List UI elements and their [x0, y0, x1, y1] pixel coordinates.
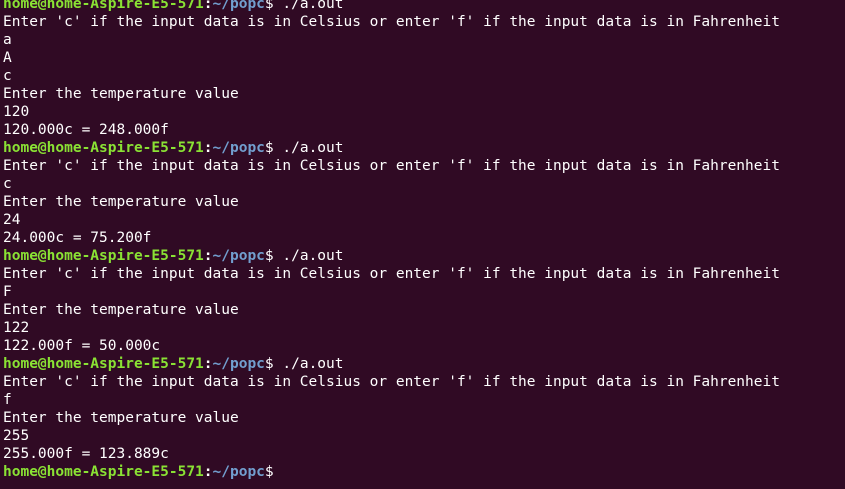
output-line: F — [3, 284, 12, 300]
output-line: 122 — [3, 320, 30, 336]
prompt-user-host: home@home-Aspire-E5-571 — [3, 0, 204, 12]
output-line: a — [3, 32, 12, 48]
command-text: ./a.out — [273, 356, 344, 372]
prompt-symbol: $ — [264, 464, 274, 480]
output-line: Enter the temperature value — [3, 194, 239, 210]
command-text: ./a.out — [273, 140, 344, 156]
output-line: f — [3, 392, 12, 408]
output-line: c — [3, 68, 12, 84]
prompt-symbol: $ — [264, 248, 274, 264]
terminal-window[interactable]: home@home-Aspire-E5-571:~/popc$ ./a.out E… — [0, 0, 845, 489]
prompt-colon: : — [203, 464, 213, 480]
prompt-user-host: home@home-Aspire-E5-571 — [3, 464, 204, 480]
prompt-line: home@home-Aspire-E5-571:~/popc$ ./a.out — [3, 247, 845, 265]
command-text: ./a.out — [273, 0, 344, 12]
command-text: ./a.out — [273, 248, 344, 264]
output-line: c — [3, 176, 12, 192]
output-line: 120.000c = 248.000f — [3, 122, 169, 138]
output-line: 24.000c = 75.200f — [3, 230, 152, 246]
output-line: Enter 'c' if the input data is in Celsiu… — [3, 14, 780, 30]
output-line: Enter the temperature value — [3, 410, 239, 426]
prompt-symbol: $ — [264, 140, 274, 156]
prompt-path: ~/popc — [212, 140, 265, 156]
prompt-colon: : — [203, 0, 213, 12]
output-line: Enter 'c' if the input data is in Celsiu… — [3, 374, 780, 390]
prompt-colon: : — [203, 356, 213, 372]
output-line: Enter the temperature value — [3, 302, 239, 318]
prompt-user-host: home@home-Aspire-E5-571 — [3, 248, 204, 264]
output-line: 24 — [3, 212, 21, 228]
prompt-path: ~/popc — [212, 464, 265, 480]
output-line: A — [3, 50, 12, 66]
output-line: Enter the temperature value — [3, 86, 239, 102]
prompt-symbol: $ — [264, 356, 274, 372]
prompt-line: home@home-Aspire-E5-571:~/popc$ — [3, 463, 845, 481]
prompt-user-host: home@home-Aspire-E5-571 — [3, 140, 204, 156]
prompt-user-host: home@home-Aspire-E5-571 — [3, 356, 204, 372]
prompt-line: home@home-Aspire-E5-571:~/popc$ ./a.out — [3, 355, 845, 373]
output-line: 255 — [3, 428, 30, 444]
prompt-path: ~/popc — [212, 0, 265, 12]
output-line: Enter 'c' if the input data is in Celsiu… — [3, 158, 780, 174]
output-line: Enter 'c' if the input data is in Celsiu… — [3, 266, 780, 282]
prompt-path: ~/popc — [212, 248, 265, 264]
output-line: 255.000f = 123.889c — [3, 446, 169, 462]
prompt-symbol: $ — [264, 0, 274, 12]
prompt-line: home@home-Aspire-E5-571:~/popc$ ./a.out — [3, 0, 845, 13]
prompt-path: ~/popc — [212, 356, 265, 372]
output-line: 120 — [3, 104, 30, 120]
prompt-colon: : — [203, 248, 213, 264]
prompt-line: home@home-Aspire-E5-571:~/popc$ ./a.out — [3, 139, 845, 157]
output-line: 122.000f = 50.000c — [3, 338, 161, 354]
prompt-colon: : — [203, 140, 213, 156]
